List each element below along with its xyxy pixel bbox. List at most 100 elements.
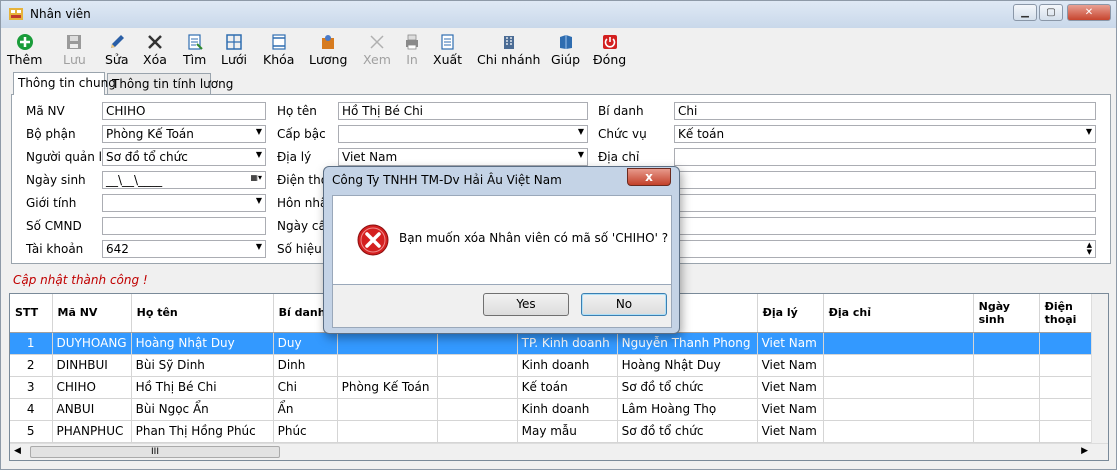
extra-field-2[interactable] xyxy=(674,194,1096,212)
dialog-body: Bạn muốn xóa Nhân viên có mã số 'CHIHO' … xyxy=(332,195,672,285)
table-cell: PHANPHUC xyxy=(52,420,132,443)
print-icon xyxy=(406,34,418,50)
extra-field-3[interactable] xyxy=(674,217,1096,235)
table-cell: 1 xyxy=(10,332,53,355)
view-icon xyxy=(370,35,384,49)
scroll-right-icon[interactable]: ▶ xyxy=(1081,446,1088,456)
table-cell: Bùi Ngọc Ẩn xyxy=(131,398,274,421)
table-row[interactable]: 1 DUYHOANG Hoàng Nhật Duy Duy TP. Kinh doanh… xyxy=(10,332,1098,355)
tai-khoan-select[interactable]: 642 ▼ xyxy=(102,240,266,258)
scroll-icon[interactable]: ▲ ▼ xyxy=(1087,242,1092,256)
bi-danh-field[interactable]: Chi xyxy=(674,102,1096,120)
table-cell: Bùi Sỹ Dinh xyxy=(131,354,274,377)
table-row[interactable]: 3 CHIHO Hồ Thị Bé Chi Chi Phòng Kế Toán Kế to… xyxy=(10,376,1098,399)
cap-bac-select[interactable]: ▼ xyxy=(338,125,588,143)
toolbar-button-export[interactable]: Xuất xyxy=(433,31,462,69)
table-cell: Dinh xyxy=(273,354,338,377)
table-cell: Phúc xyxy=(273,420,338,443)
scroll-left-icon[interactable]: ◀ xyxy=(14,446,21,456)
chevron-down-icon: ▼ xyxy=(1085,127,1092,136)
table-row[interactable]: 2 DINHBUI Bùi Sỹ Dinh Dinh Kinh doanh Hoàng N… xyxy=(10,354,1098,377)
column-header[interactable]: Địa chỉ xyxy=(823,294,974,333)
bo-phan-select[interactable]: Phòng Kế Toán ▼ xyxy=(102,125,266,143)
column-header[interactable]: STT xyxy=(10,294,53,333)
table-cell xyxy=(437,398,518,421)
chuc-vu-select[interactable]: Kế toán ▼ xyxy=(674,125,1096,143)
table-cell: May mẫu xyxy=(517,420,618,443)
table-cell: 2 xyxy=(10,354,53,377)
salary-icon xyxy=(322,35,335,49)
minimize-icon[interactable]: ▁ xyxy=(1013,4,1037,21)
horizontal-scrollbar[interactable]: ◀ III ▶ xyxy=(10,443,1108,460)
table-cell: DUYHOANG xyxy=(52,332,132,355)
close-icon[interactable]: ✕ xyxy=(1067,4,1111,21)
extra-field-1[interactable] xyxy=(674,171,1096,189)
maximize-icon[interactable]: ▢ xyxy=(1039,4,1063,21)
toolbar-label: Xóa xyxy=(143,52,167,67)
toolbar-button-power[interactable]: Đóng xyxy=(593,31,626,69)
toolbar-button-grid[interactable]: Lưới xyxy=(221,31,247,69)
tab-thong-tin-tinh-luong[interactable]: Thông tin tính lương xyxy=(107,73,233,94)
no-button[interactable]: No xyxy=(581,293,667,316)
label-dia-ly: Địa lý xyxy=(277,150,312,164)
column-header[interactable]: Điện thoại xyxy=(1039,294,1098,333)
toolbar-button-add[interactable]: Thêm xyxy=(7,31,42,69)
toolbar-label: Tìm xyxy=(183,52,207,67)
table-cell xyxy=(1039,398,1098,421)
dia-chi-field[interactable] xyxy=(674,148,1096,166)
toolbar-button-save[interactable]: Lưu xyxy=(63,31,86,69)
table-cell xyxy=(437,376,518,399)
title-bar[interactable]: Nhân viên ▁ ▢ ✕ xyxy=(1,1,1116,28)
yes-button[interactable]: Yes xyxy=(483,293,569,316)
ngay-sinh-picker[interactable]: __\__\____ ▦▾ xyxy=(102,171,266,189)
toolbar-button-delete[interactable]: Xóa xyxy=(143,31,167,69)
notes-field[interactable]: ▲ ▼ xyxy=(674,240,1096,258)
toolbar-button-salary[interactable]: Lương xyxy=(309,31,347,69)
main-window: Nhân viên ▁ ▢ ✕ Thêm Lưu Sửa Xóa Tìm Lưới Khóa… xyxy=(0,0,1117,470)
toolbar-button-edit[interactable]: Sửa xyxy=(105,31,129,69)
calendar-icon[interactable]: ▦▾ xyxy=(250,173,262,182)
chevron-down-icon: ▼ xyxy=(255,196,262,205)
column-header[interactable]: Ngày sinh xyxy=(973,294,1040,333)
column-header[interactable]: Mã NV xyxy=(52,294,132,333)
ho-ten-field[interactable]: Hồ Thị Bé Chi xyxy=(338,102,588,120)
table-cell xyxy=(337,398,438,421)
label-ngay-sinh: Ngày sinh xyxy=(26,173,86,187)
tab-thong-tin-chung[interactable]: Thông tin chung xyxy=(13,72,116,95)
vertical-scrollbar[interactable] xyxy=(1091,294,1108,444)
table-cell: CHIHO xyxy=(52,376,132,399)
toolbar-button-branch[interactable]: Chi nhánh xyxy=(477,31,540,69)
error-icon xyxy=(357,224,389,256)
app-icon xyxy=(9,8,23,20)
add-icon xyxy=(16,34,33,50)
column-header[interactable]: Địa lý xyxy=(757,294,824,333)
table-cell: Hoàng Nhật Duy xyxy=(131,332,274,355)
table-cell: Nguyễn Thanh Phong xyxy=(617,332,758,355)
column-header[interactable]: Họ tên xyxy=(131,294,274,333)
gioi-tinh-select[interactable]: ▼ xyxy=(102,194,266,212)
dia-ly-select[interactable]: Viet Nam ▼ xyxy=(338,148,588,166)
toolbar-button-print[interactable]: In xyxy=(403,31,421,69)
toolbar-button-lock[interactable]: Khóa xyxy=(263,31,294,69)
save-icon xyxy=(67,35,82,49)
table-cell: Sơ đồ tổ chức xyxy=(617,376,758,399)
table-cell xyxy=(437,332,518,355)
toolbar-button-view[interactable]: Xem xyxy=(363,31,391,69)
table-row[interactable]: 5 PHANPHUC Phan Thị Hồng Phúc Phúc May mẫu Sơ… xyxy=(10,420,1098,443)
table-cell xyxy=(1039,376,1098,399)
dialog-close-icon[interactable]: x xyxy=(627,168,671,186)
toolbar-button-find[interactable]: Tìm xyxy=(183,31,206,69)
confirm-delete-dialog: Công Ty TNHH TM-Dv Hải Âu Việt Nam x Bạn… xyxy=(323,166,680,334)
ma-nv-field[interactable]: CHIHO xyxy=(102,102,266,120)
toolbar-label: Xem xyxy=(363,52,391,67)
scroll-thumb[interactable]: III xyxy=(30,446,280,458)
toolbar-button-help[interactable]: Giúp xyxy=(551,31,580,69)
label-gioi-tinh: Giới tính xyxy=(26,196,77,210)
nguoi-quan-ly-select[interactable]: Sơ đồ tổ chức ▼ xyxy=(102,148,266,166)
delete-icon xyxy=(148,35,162,49)
label-dia-chi: Địa chỉ xyxy=(598,150,640,164)
chevron-down-icon: ▼ xyxy=(255,150,262,159)
so-cmnd-field[interactable] xyxy=(102,217,266,235)
table-row[interactable]: 4 ANBUI Bùi Ngọc Ẩn Ẩn Kinh doanh Lâm Hoàng T… xyxy=(10,398,1098,421)
table-cell: 5 xyxy=(10,420,53,443)
